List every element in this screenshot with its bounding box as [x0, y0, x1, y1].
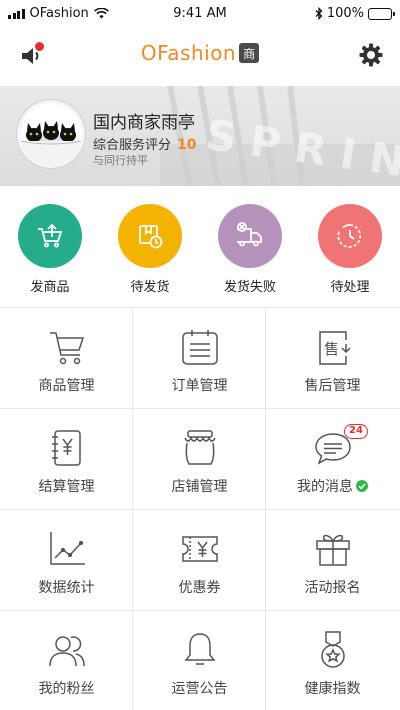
- peer-comparison: 与同行持平: [93, 154, 148, 167]
- grid-item-label: 优惠券: [178, 580, 221, 596]
- grid-item-health-index[interactable]: 健康指数: [266, 611, 400, 710]
- quick-action-circle: [118, 204, 182, 268]
- order-list-icon: [182, 330, 218, 365]
- svg-text:售: 售: [324, 340, 339, 358]
- nav-bar: OFashion 商: [0, 28, 400, 84]
- shop-jar-icon: [184, 430, 216, 465]
- grid-item-settlement[interactable]: 结算管理: [0, 409, 133, 510]
- profile-banner[interactable]: SPRING 国内商家雨亭 综合服务评分 10 与同行持平: [0, 86, 400, 186]
- quick-action-ship-failed[interactable]: 发货失败: [200, 200, 300, 300]
- quick-action-label: 待处理: [330, 280, 370, 295]
- after-sales-icon: 售: [319, 331, 351, 365]
- grid-item-label: 健康指数: [304, 681, 361, 697]
- settlement-icon: [52, 430, 81, 466]
- quick-action-circle: [218, 204, 282, 268]
- settings-button[interactable]: [358, 42, 384, 68]
- grid-item-label: 订单管理: [171, 378, 228, 394]
- fans-icon: [49, 636, 85, 667]
- grid-item-product-management[interactable]: 商品管理: [0, 308, 133, 409]
- grid-item-my-messages[interactable]: 24 我的消息: [266, 409, 400, 510]
- package-clock-icon: [139, 225, 163, 249]
- quick-action-label: 发商品: [30, 280, 70, 295]
- pending-clock-icon: [337, 224, 362, 248]
- grid-item-label: 店铺管理: [171, 479, 228, 495]
- upload-cart-icon: [38, 223, 63, 248]
- bluetooth-icon: [315, 7, 323, 20]
- app-logo: OFashion 商: [0, 41, 400, 65]
- cats-image: [20, 103, 82, 165]
- gear-icon: [359, 43, 383, 67]
- quick-action-pending[interactable]: 待处理: [300, 200, 400, 300]
- quick-action-label: 发货失败: [223, 280, 276, 295]
- coupon-icon: [182, 536, 218, 562]
- bell-icon: [184, 633, 216, 665]
- quick-action-to-ship[interactable]: 待发货: [100, 200, 200, 300]
- chart-icon: [50, 532, 85, 565]
- message-count-badge: 24: [344, 424, 368, 439]
- grid-item-label: 我的粉丝: [38, 681, 95, 697]
- status-right: 100%: [315, 6, 395, 21]
- grid-item-shop-management[interactable]: 店铺管理: [133, 409, 266, 510]
- grid-item-label: 数据统计: [38, 580, 95, 596]
- quick-action-label: 待发货: [130, 280, 170, 295]
- service-rating: 综合服务评分 10: [93, 134, 197, 153]
- shop-name: 国内商家雨亭: [93, 113, 195, 133]
- grid-item-label: 售后管理: [304, 378, 361, 394]
- grid-item-my-fans[interactable]: 我的粉丝: [0, 611, 133, 710]
- grid-item-label: 商品管理: [38, 378, 95, 394]
- verified-check-icon: [356, 480, 368, 492]
- grid-item-data-statistics[interactable]: 数据统计: [0, 510, 133, 611]
- quick-action-circle: [318, 204, 382, 268]
- quick-actions: 发商品 待发货 发货失败 待处理: [0, 200, 400, 300]
- medal-icon: [321, 631, 345, 668]
- grid-item-announcements[interactable]: 运营公告: [133, 611, 266, 710]
- grid-item-label: 我的消息: [297, 479, 353, 495]
- avatar[interactable]: [17, 100, 85, 168]
- grid-item-event-signup[interactable]: 活动报名: [266, 510, 400, 611]
- grid-item-order-management[interactable]: 订单管理: [133, 308, 266, 409]
- battery-percent: 100%: [326, 6, 364, 21]
- status-bar: OFashion 9:41 AM 100%: [0, 0, 400, 28]
- quick-action-publish[interactable]: 发商品: [0, 200, 100, 300]
- grid-item-coupons[interactable]: 优惠券: [133, 510, 266, 611]
- gift-icon: [316, 534, 350, 566]
- grid-item-label: 活动报名: [304, 580, 361, 596]
- battery-icon: [368, 7, 395, 20]
- truck-failed-icon: [237, 222, 262, 247]
- function-grid: 商品管理 订单管理 售 售后管理 结算管理 店铺管理 24 我的消息 数据统计 …: [0, 308, 400, 710]
- brand-name: OFashion: [140, 41, 237, 65]
- grid-item-after-sales[interactable]: 售 售后管理: [266, 308, 400, 409]
- cart-icon: [50, 332, 85, 365]
- rating-label: 综合服务评分: [93, 138, 172, 153]
- grid-item-label: 结算管理: [38, 479, 95, 495]
- brand-badge: 商: [239, 43, 260, 63]
- grid-item-label: 运营公告: [171, 681, 228, 697]
- rating-score: 10: [177, 137, 197, 153]
- grid-item-label-wrap: 我的消息: [266, 476, 399, 496]
- quick-action-circle: [18, 204, 82, 268]
